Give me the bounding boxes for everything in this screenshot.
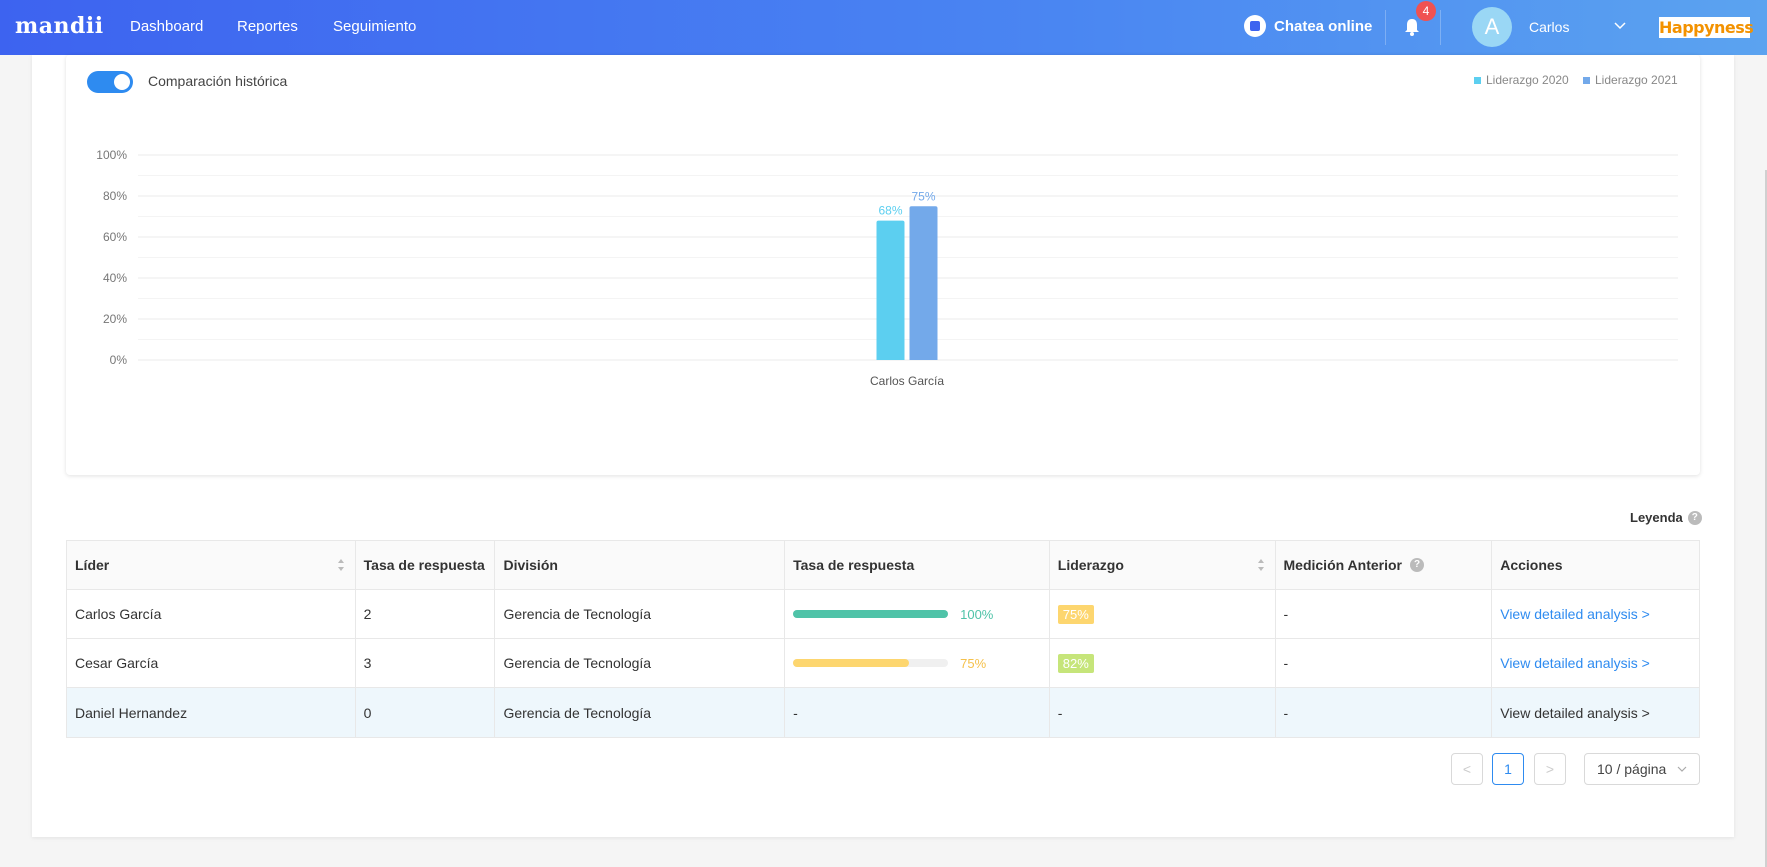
cell-division: Gerencia de Tecnología <box>495 639 786 687</box>
prev-page-button[interactable]: < <box>1451 753 1483 785</box>
view-analysis-link[interactable]: View detailed analysis > <box>1500 655 1650 671</box>
cell-lider: Carlos García <box>67 590 356 638</box>
table-row: Carlos García 2 Gerencia de Tecnología 1… <box>67 590 1699 639</box>
cell-division: Gerencia de Tecnología <box>495 590 786 638</box>
bar-value-label: 75% <box>911 189 935 203</box>
header-tasa-bar: Tasa de respuesta <box>785 541 1050 589</box>
y-tick-label: 40% <box>103 271 127 285</box>
header-label: Tasa de respuesta <box>363 557 485 573</box>
cell-liderazgo: 75% <box>1050 590 1276 638</box>
leaders-table: Líder Tasa de respuesta División Tasa de… <box>66 540 1700 738</box>
progress-bar <box>793 610 949 618</box>
header-medicion-anterior: Medición Anterior ? <box>1276 541 1493 589</box>
bar <box>876 220 905 360</box>
cell-lider: Cesar García <box>67 639 356 687</box>
y-tick-label: 20% <box>103 312 127 326</box>
cell-progress: - <box>785 688 1050 737</box>
header-tasa: Tasa de respuesta <box>356 541 496 589</box>
view-analysis-link[interactable]: View detailed analysis > <box>1500 606 1650 622</box>
progress-fill <box>793 659 910 667</box>
header-acciones: Acciones <box>1492 541 1699 589</box>
progress-fill <box>793 610 949 618</box>
cell-liderazgo: - <box>1050 688 1276 737</box>
liderazgo-badge: 75% <box>1057 604 1094 624</box>
cell-medicion-anterior: - <box>1276 639 1493 687</box>
header-label: Liderazgo <box>1057 557 1124 573</box>
help-icon[interactable]: ? <box>1410 558 1424 572</box>
help-icon[interactable]: ? <box>1687 510 1702 525</box>
page-size-select[interactable]: 10 / página <box>1584 753 1700 785</box>
y-tick-label: 0% <box>110 353 128 367</box>
bar-value-label: 68% <box>878 204 902 218</box>
cell-lider: Daniel Hernandez <box>67 688 356 737</box>
table-row: Daniel Hernandez 0 Gerencia de Tecnologí… <box>67 688 1699 737</box>
cell-progress: 75% <box>785 639 1050 687</box>
progress-value: 75% <box>960 655 987 671</box>
progress-value: 100% <box>960 606 994 622</box>
cell-acciones: View detailed analysis > <box>1492 688 1699 737</box>
cell-tasa: 0 <box>356 688 496 737</box>
header-label: Líder <box>75 557 110 573</box>
y-tick-label: 100% <box>96 148 127 162</box>
sort-icon[interactable] <box>1257 558 1265 572</box>
y-tick-label: 60% <box>103 230 127 244</box>
page-size-label: 10 / página <box>1597 761 1667 777</box>
header-lider[interactable]: Líder <box>67 541 356 589</box>
table-header: Líder Tasa de respuesta División Tasa de… <box>67 541 1699 590</box>
progress-bar <box>793 659 949 667</box>
header-division: División <box>495 541 786 589</box>
header-label: Medición Anterior <box>1283 557 1403 573</box>
cell-medicion-anterior: - <box>1276 688 1493 737</box>
header-label: Tasa de respuesta <box>793 557 915 573</box>
cell-acciones: View detailed analysis > <box>1492 590 1699 638</box>
cell-acciones: View detailed analysis > <box>1492 639 1699 687</box>
cell-progress: 100% <box>785 590 1050 638</box>
cell-tasa: 3 <box>356 639 496 687</box>
chevron-down-icon <box>1677 766 1687 772</box>
next-page-button[interactable]: > <box>1534 753 1566 785</box>
cell-medicion-anterior: - <box>1276 590 1493 638</box>
bar <box>909 206 938 360</box>
cell-liderazgo: 82% <box>1050 639 1276 687</box>
header-label: Acciones <box>1500 557 1563 573</box>
header-label: División <box>503 557 558 573</box>
leyenda[interactable]: Leyenda ? <box>1630 510 1702 525</box>
bar-chart: 100% 80% 60% 40% 20% 0% 68% 75% Carlos García <box>96 148 1678 388</box>
y-tick-label: 80% <box>103 189 127 203</box>
liderazgo-badge: 82% <box>1057 653 1094 673</box>
table-row: Cesar García 3 Gerencia de Tecnología 75… <box>67 639 1699 688</box>
leyenda-label: Leyenda <box>1630 510 1683 525</box>
cell-division: Gerencia de Tecnología <box>495 688 786 737</box>
sort-icon[interactable] <box>337 558 345 572</box>
cell-tasa: 2 <box>356 590 496 638</box>
view-analysis-link[interactable]: View detailed analysis > <box>1500 705 1650 721</box>
header-liderazgo[interactable]: Liderazgo <box>1050 541 1276 589</box>
x-tick-label: Carlos García <box>870 374 944 388</box>
page-1-button[interactable]: 1 <box>1492 753 1524 785</box>
